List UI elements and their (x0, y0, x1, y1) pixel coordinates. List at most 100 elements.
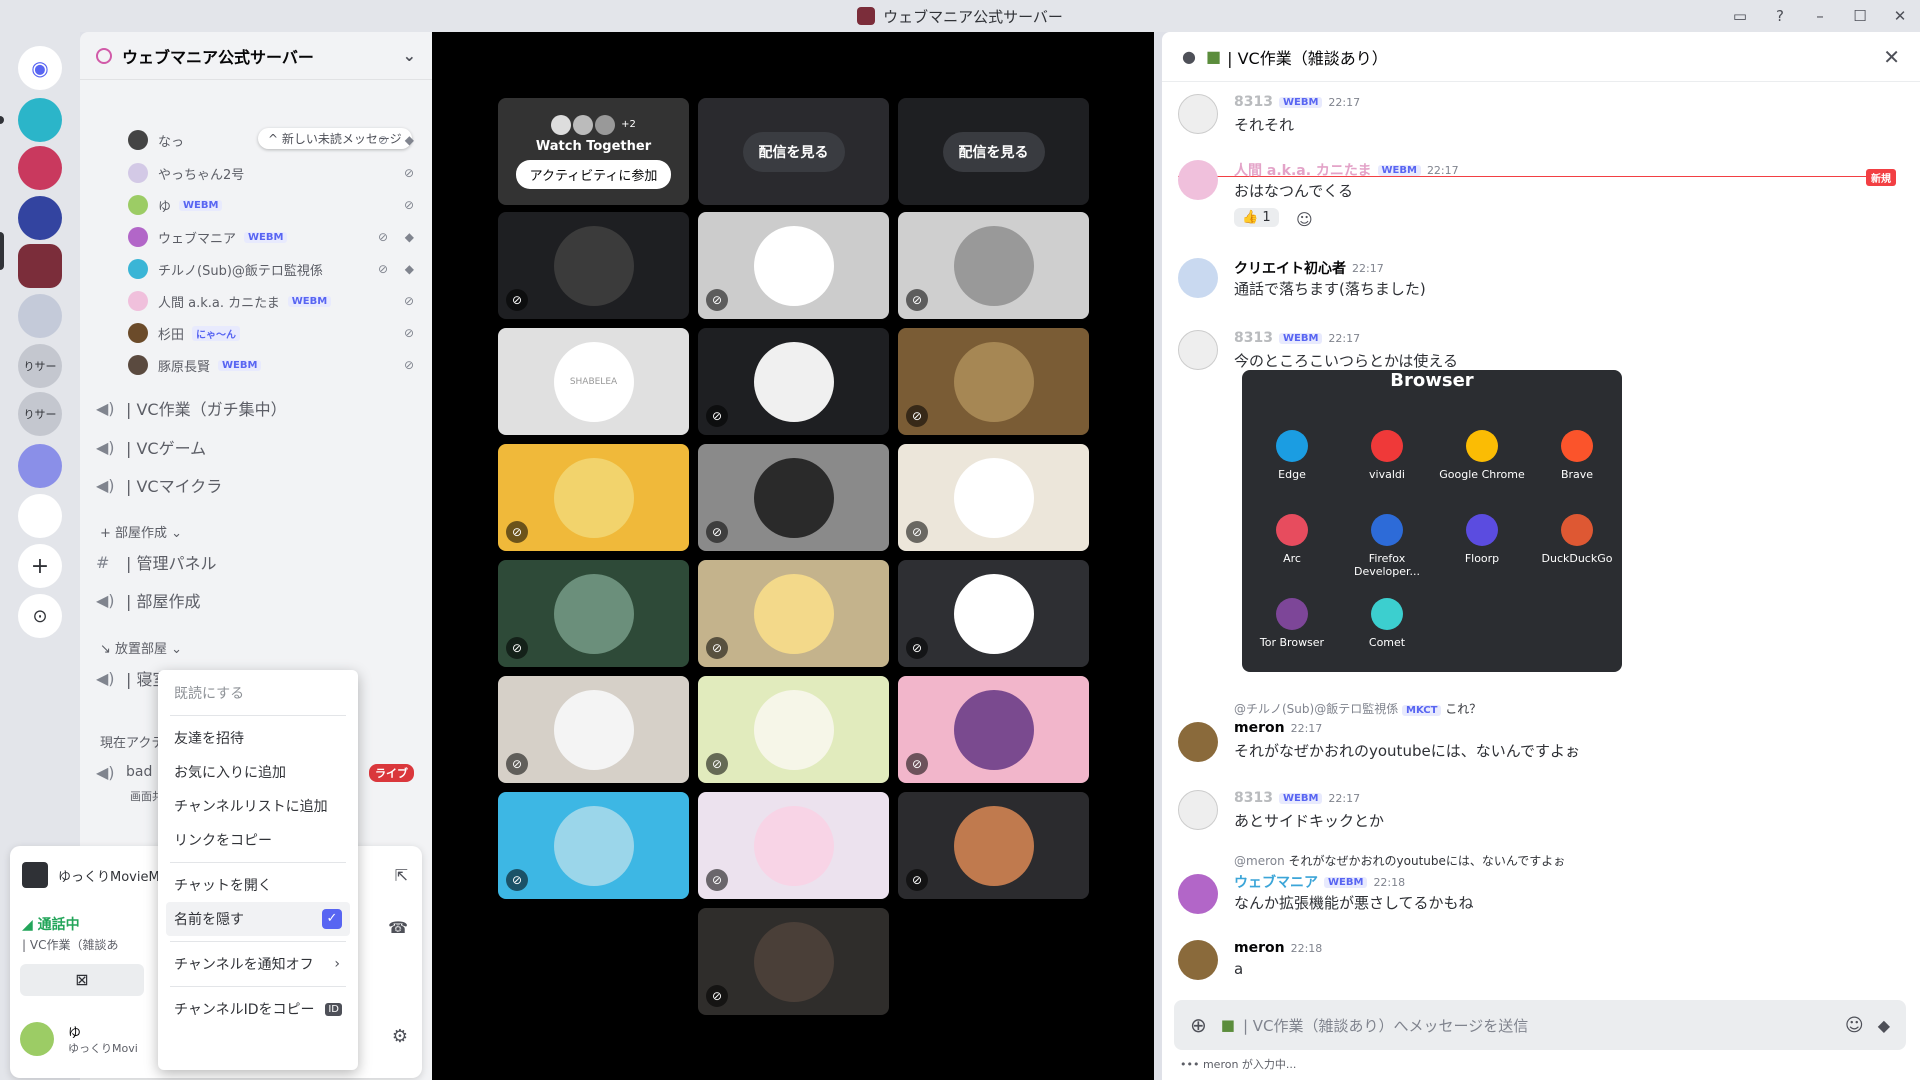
voice-user[interactable]: ゆ WEBM ⊘ (128, 193, 428, 217)
participant-tile[interactable]: ⊘ (898, 328, 1089, 435)
activity-tile[interactable]: +2 Watch Together アクティビティに参加 (498, 98, 689, 205)
reply-reference[interactable]: @meron それがなぜかおれのyoutubeには、ないんですよぉ (1234, 852, 1565, 869)
disconnect-icon[interactable]: ☎ (388, 918, 408, 937)
server-icon-6[interactable]: りサー (18, 344, 62, 388)
server-header[interactable]: ウェブマニア公式サーバー ⌄ (80, 32, 432, 80)
participant-tile[interactable]: ⊘ (698, 212, 889, 319)
add-server-icon[interactable]: + (18, 544, 62, 588)
inbox-icon[interactable]: ▭ (1720, 7, 1760, 25)
camera-off-button[interactable]: ⊠ (20, 964, 144, 996)
watch-stream-button[interactable]: 配信を見る (942, 131, 1045, 172)
chevron-down-icon: ⌄ (402, 46, 416, 65)
voice-user[interactable]: やっちゃん2号 ⊘ (128, 161, 428, 185)
mute-icon: ⊘ (706, 753, 728, 775)
browser-brave: Brave (1532, 430, 1622, 481)
browser-image[interactable]: Browser Edge vivaldi Google Chrome Brave… (1242, 370, 1622, 672)
reaction[interactable]: 👍 1 (1234, 208, 1279, 227)
participant-tile[interactable]: ⊘ (698, 908, 889, 1015)
mute-icon: ⊘ (506, 753, 528, 775)
participant-tile[interactable]: ⊘ (698, 444, 889, 551)
menu-mute-channel[interactable]: チャンネルを通知オフ › (166, 947, 350, 981)
browser-edge: Edge (1247, 430, 1337, 481)
category-header[interactable]: ↘ 放置部屋 ⌄ (100, 638, 182, 657)
participant-tile[interactable]: ⊘ (698, 328, 889, 435)
maximize-button[interactable]: ☐ (1840, 7, 1880, 25)
close-icon[interactable]: ✕ (1883, 45, 1900, 69)
participant-tile[interactable]: ⊘ (898, 444, 1089, 551)
close-button[interactable]: ✕ (1880, 7, 1920, 25)
role-tag: WEBM (1278, 96, 1323, 108)
voice-user-name: なっ (158, 134, 185, 150)
voice-user[interactable]: なっ ⊘ ◆ (128, 128, 428, 152)
stream-tile[interactable]: 配信を見る (898, 98, 1089, 205)
explore-icon[interactable]: ⊙ (18, 594, 62, 638)
server-icon-3[interactable] (18, 196, 62, 240)
add-reaction-icon[interactable]: ☺ (1296, 210, 1313, 229)
help-icon[interactable]: ? (1760, 7, 1800, 25)
participant-tile[interactable]: SHABELEA (498, 328, 689, 435)
discord-home-icon[interactable]: ◉ (18, 46, 62, 90)
participant-tile[interactable]: ⊘ (498, 676, 689, 783)
avatar (1178, 874, 1218, 914)
voice-user[interactable]: 人間 a.k.a. カニたま WEBM ⊘ (128, 289, 428, 313)
gamepad-icon[interactable]: ◆ (1878, 1016, 1890, 1035)
menu-copy-link[interactable]: リンクをコピー (166, 823, 350, 857)
selected-pip (0, 232, 4, 270)
menu-mute-channel-label: チャンネルを通知オフ (174, 957, 314, 973)
add-attachment-icon[interactable]: ⊕ (1190, 1013, 1207, 1037)
server-icon-5[interactable] (18, 294, 62, 338)
popout-icon[interactable]: ⇱ (395, 866, 408, 885)
server-icon-2[interactable] (18, 146, 62, 190)
chat-channel-title: | VC作業（雑談あり） (1227, 48, 1388, 68)
voice-user[interactable]: 杉田 にゃ〜ん ⊘ (128, 321, 428, 345)
menu-mark-read[interactable]: 既読にする (166, 676, 350, 710)
participant-tile[interactable]: ⊘ (898, 676, 1089, 783)
participant-tile[interactable]: ⊘ (698, 676, 889, 783)
participant-tile[interactable]: ⊘ (498, 792, 689, 899)
voice-user[interactable]: チルノ(Sub)@飯テロ監視係 ⊘ ◆ (128, 257, 428, 281)
server-icon-7[interactable]: りサー (18, 392, 62, 436)
participant-tile[interactable]: ⊘ (498, 560, 689, 667)
participant-tile[interactable]: ⊘ (698, 792, 889, 899)
server-icon-8[interactable] (18, 444, 62, 488)
participant-tile[interactable]: ⊘ (498, 444, 689, 551)
server-icon-9[interactable] (18, 494, 62, 538)
user-avatar[interactable] (20, 1022, 54, 1056)
stream-tile[interactable]: 配信を見る (698, 98, 889, 205)
menu-copy-channel-id[interactable]: チャンネルIDをコピー ID (166, 992, 350, 1026)
avatar (128, 195, 148, 215)
menu-open-chat[interactable]: チャットを開く (166, 868, 350, 902)
menu-add-favorite[interactable]: お気に入りに追加 (166, 755, 350, 789)
voice-channel[interactable]: ◀) | VCマイクラ (96, 469, 416, 501)
participant-tile[interactable]: ⊘ (898, 560, 1089, 667)
participant-tile[interactable]: ⊘ (498, 212, 689, 319)
voice-user[interactable]: 豚原長賢 WEBM ⊘ (128, 353, 428, 377)
voice-channel[interactable]: ◀) | 部屋作成 (96, 584, 416, 616)
participant-tile[interactable]: ⊘ (698, 560, 889, 667)
voice-user[interactable]: ウェブマニア WEBM ⊘ ◆ (128, 225, 428, 249)
message-composer[interactable]: ⊕ ■ | VC作業（雑談あり）へメッセージを送信 ☺ ◆ (1174, 1000, 1906, 1050)
timestamp: 22:17 (1290, 721, 1323, 735)
join-activity-button[interactable]: アクティビティに参加 (515, 159, 672, 189)
menu-hide-names[interactable]: 名前を隠す ✓ (166, 902, 350, 936)
menu-add-channel-list[interactable]: チャンネルリストに追加 (166, 789, 350, 823)
settings-icon[interactable]: ⚙ (392, 1026, 408, 1047)
server-icon-1[interactable] (18, 98, 62, 142)
voice-channel[interactable]: ◀) | VCゲーム (96, 431, 416, 463)
participant-tile[interactable]: ⊘ (898, 792, 1089, 899)
emoji-icon[interactable]: ☺ (1845, 1015, 1864, 1036)
minimize-button[interactable]: – (1800, 7, 1840, 25)
category-header[interactable]: + 部屋作成 ⌄ (100, 522, 182, 541)
text-channel[interactable]: # | 管理パネル (96, 546, 416, 578)
participant-tile[interactable]: ⊘ (898, 212, 1089, 319)
author-name: 人間 a.k.a. カニたま (1234, 163, 1372, 179)
role-tag: にゃ〜ん (192, 325, 241, 341)
voice-channel[interactable]: ◀) | VC作業（ガチ集中） (96, 392, 416, 424)
server-icon-webmania[interactable] (18, 244, 62, 288)
menu-invite-friends[interactable]: 友達を招待 (166, 721, 350, 755)
reply-reference[interactable]: @チルノ(Sub)@飯テロ監視係 MKCT これ？ (1234, 700, 1481, 717)
speaker-icon: ◀) (96, 668, 115, 688)
watch-stream-button[interactable]: 配信を見る (742, 131, 845, 172)
reply-text: これ？ (1445, 702, 1482, 716)
checkbox-checked-icon[interactable]: ✓ (322, 909, 342, 929)
